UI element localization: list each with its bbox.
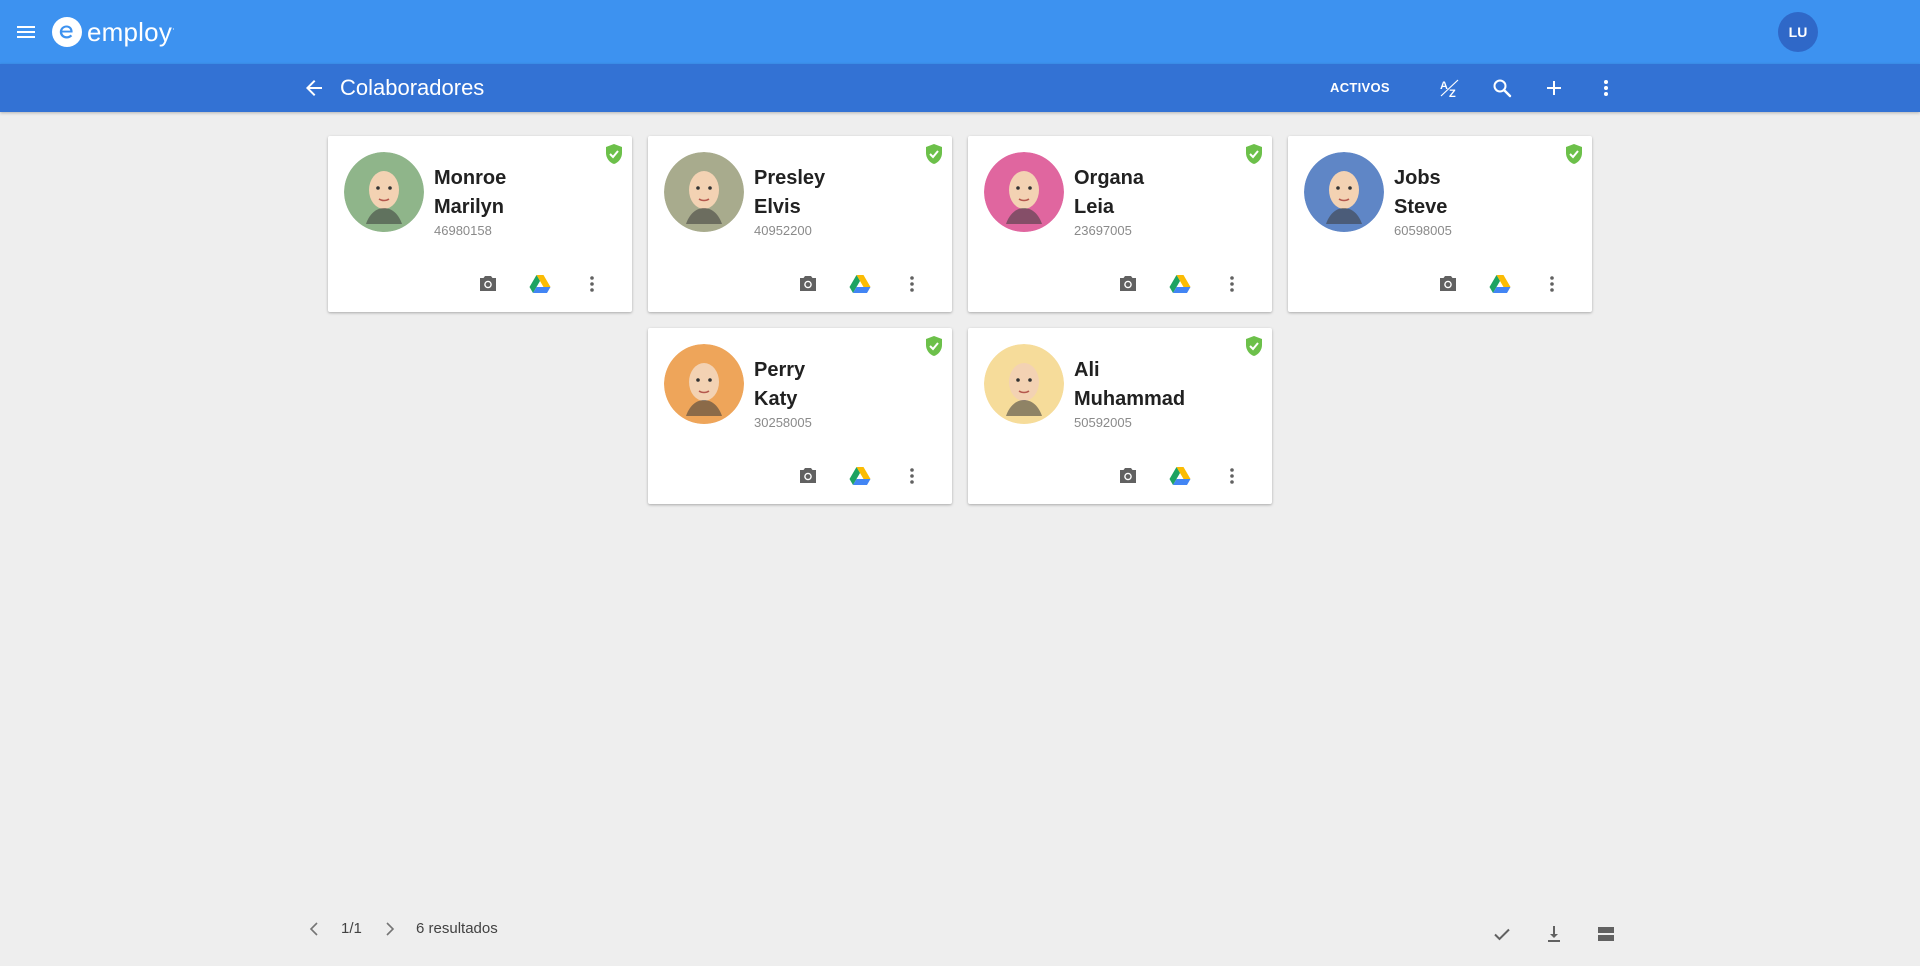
card-more-vert-icon[interactable]: [580, 272, 604, 296]
employee-surname: Perry: [754, 359, 806, 381]
camera-icon[interactable]: [796, 272, 820, 296]
card-more-vert-icon[interactable]: [900, 464, 924, 488]
camera-icon[interactable]: [1116, 464, 1140, 488]
camera-icon[interactable]: [1116, 272, 1140, 296]
previous-page-icon[interactable]: [302, 917, 326, 941]
next-page-icon[interactable]: [378, 917, 402, 941]
back-arrow-icon[interactable]: [302, 76, 326, 100]
employee-firstname: Leia: [1074, 196, 1115, 218]
google-drive-icon[interactable]: [528, 272, 552, 296]
employee-avatar[interactable]: [1304, 152, 1384, 232]
logo-e-icon: [52, 17, 82, 47]
employee-id-number: 23697005: [1074, 223, 1132, 238]
employee-card[interactable]: Ali Muhammad 50592005: [968, 328, 1272, 504]
svg-text:Z: Z: [1449, 88, 1456, 100]
sort-az-icon[interactable]: A Z: [1438, 76, 1462, 100]
verified-shield-icon: [1562, 142, 1586, 166]
hamburger-menu-icon[interactable]: [14, 20, 38, 44]
employee-card[interactable]: Organa Leia 23697005: [968, 136, 1272, 312]
view-list-icon[interactable]: [1594, 922, 1618, 946]
employee-firstname: Steve: [1394, 196, 1448, 218]
app-bar: employ· LU: [0, 0, 1920, 64]
more-vert-icon[interactable]: [1594, 76, 1618, 100]
page-indicator: 1/1: [341, 920, 362, 937]
search-icon[interactable]: [1490, 76, 1514, 100]
employee-card[interactable]: Presley Elvis 40952200: [648, 136, 952, 312]
employee-id-number: 60598005: [1394, 223, 1452, 238]
employee-surname: Jobs: [1394, 167, 1441, 189]
employee-card[interactable]: Perry Katy 30258005: [648, 328, 952, 504]
camera-icon[interactable]: [476, 272, 500, 296]
employee-avatar[interactable]: [664, 152, 744, 232]
google-drive-icon[interactable]: [1488, 272, 1512, 296]
active-filter-button[interactable]: ACTIVOS: [1330, 78, 1390, 98]
employee-firstname: Katy: [754, 388, 798, 410]
employee-surname: Organa: [1074, 167, 1145, 189]
employee-id-number: 40952200: [754, 223, 812, 238]
card-more-vert-icon[interactable]: [1220, 464, 1244, 488]
google-drive-icon[interactable]: [848, 272, 872, 296]
camera-icon[interactable]: [1436, 272, 1460, 296]
brand-name: employ·: [87, 16, 176, 47]
verified-shield-icon: [922, 142, 946, 166]
employee-firstname: Marilyn: [434, 196, 505, 218]
employee-id-number: 46980158: [434, 223, 492, 238]
user-avatar[interactable]: LU: [1778, 12, 1818, 52]
page-title: Colaboradores: [340, 75, 485, 100]
employee-card[interactable]: Jobs Steve 60598005: [1288, 136, 1592, 312]
verified-shield-icon: [1242, 142, 1266, 166]
camera-icon[interactable]: [796, 464, 820, 488]
employee-firstname: Muhammad: [1074, 388, 1186, 410]
verified-shield-icon: [602, 142, 626, 166]
brand-logo[interactable]: employ·: [52, 14, 175, 50]
add-icon[interactable]: [1542, 76, 1566, 100]
page-toolbar: Colaboradores ACTIVOS A Z: [0, 64, 1920, 112]
employee-surname: Presley: [754, 167, 826, 189]
employee-id-number: 50592005: [1074, 415, 1132, 430]
employee-avatar[interactable]: [344, 152, 424, 232]
card-more-vert-icon[interactable]: [1540, 272, 1564, 296]
check-icon[interactable]: [1490, 922, 1514, 946]
card-more-vert-icon[interactable]: [1220, 272, 1244, 296]
verified-shield-icon: [922, 334, 946, 358]
google-drive-icon[interactable]: [848, 464, 872, 488]
employee-avatar[interactable]: [984, 344, 1064, 424]
results-count: 6 resultados: [416, 920, 498, 937]
verified-shield-icon: [1242, 334, 1266, 358]
download-icon[interactable]: [1542, 922, 1566, 946]
employee-surname: Ali: [1074, 359, 1100, 381]
employee-surname: Monroe: [434, 167, 507, 189]
employee-avatar[interactable]: [984, 152, 1064, 232]
employee-id-number: 30258005: [754, 415, 812, 430]
card-more-vert-icon[interactable]: [900, 272, 924, 296]
employee-avatar[interactable]: [664, 344, 744, 424]
employee-card[interactable]: Monroe Marilyn 46980158: [328, 136, 632, 312]
google-drive-icon[interactable]: [1168, 464, 1192, 488]
employee-firstname: Elvis: [754, 196, 801, 218]
google-drive-icon[interactable]: [1168, 272, 1192, 296]
